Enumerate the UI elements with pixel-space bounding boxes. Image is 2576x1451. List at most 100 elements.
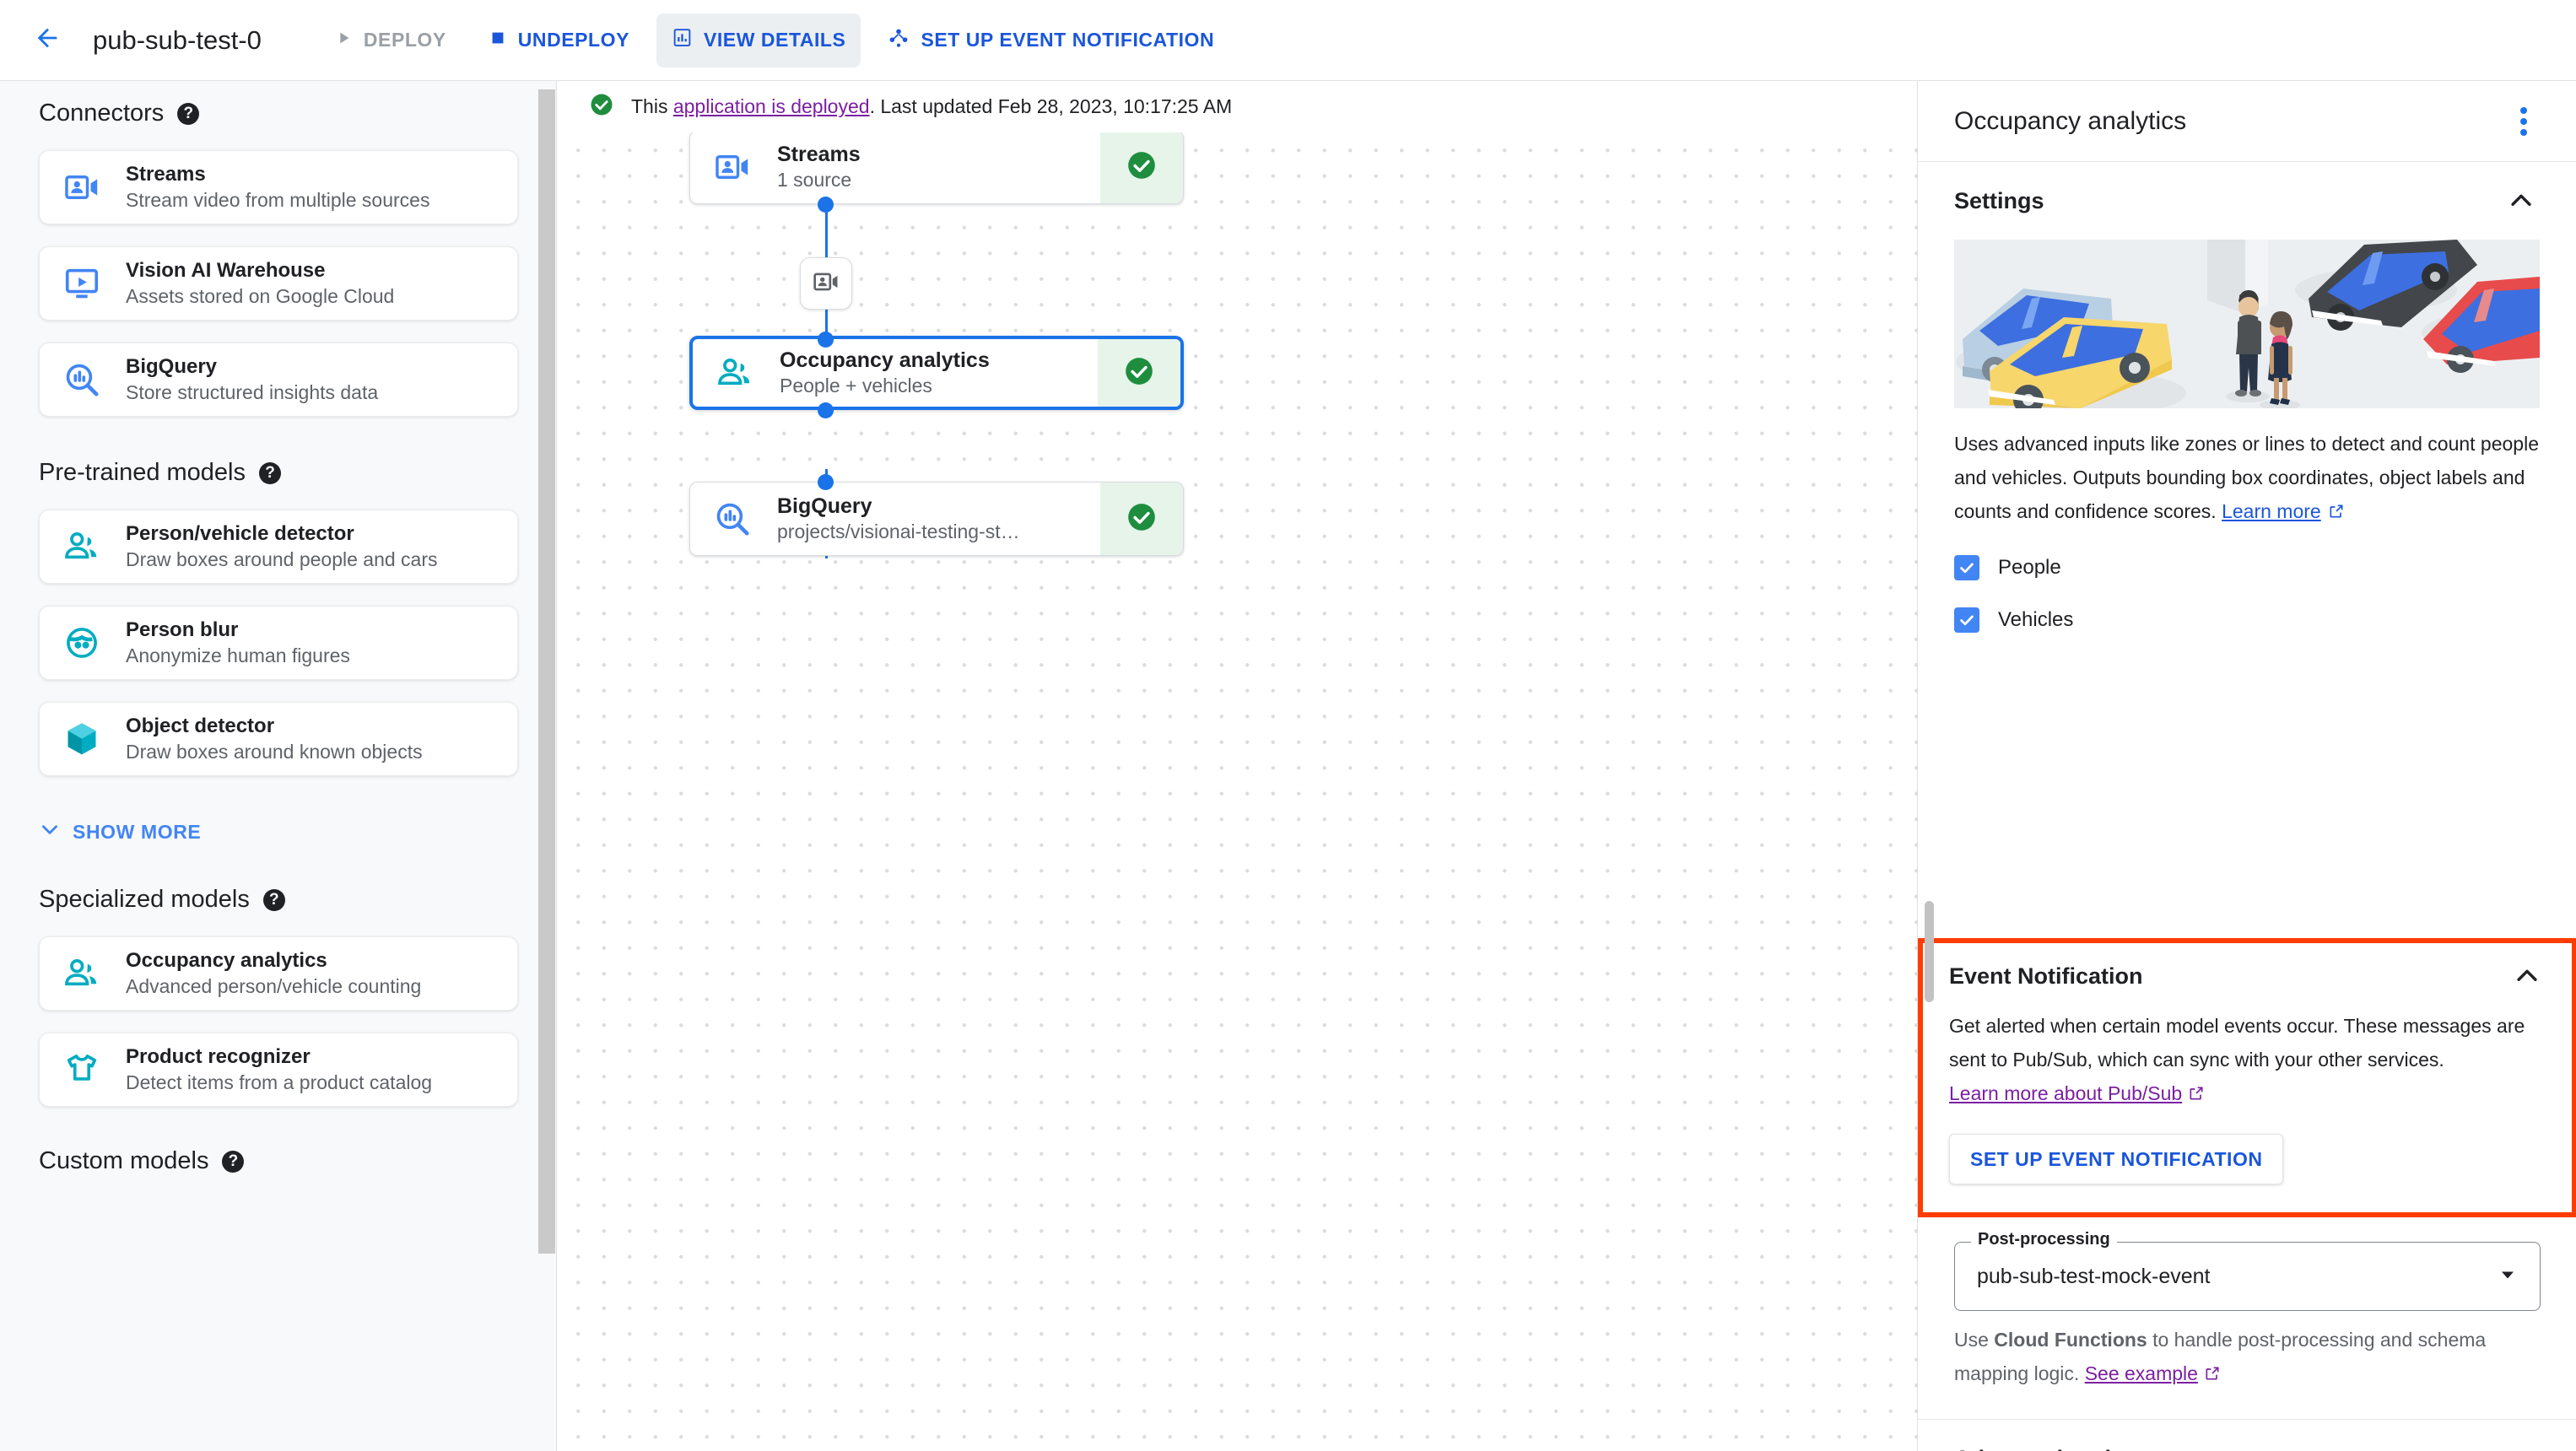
chevron-down-icon: [39, 818, 61, 845]
stop-square-icon: [489, 29, 507, 52]
cube-icon: [60, 717, 104, 761]
node-status-badge: [1100, 483, 1183, 555]
sidebar-item-streams[interactable]: Streams Stream video from multiple sourc…: [39, 150, 518, 224]
show-more-label: SHOW MORE: [73, 820, 202, 843]
sidebar-section-specialized-title: Specialized models ?: [0, 886, 556, 914]
check-circle-icon: [1123, 355, 1155, 391]
advanced-options-heading: Advanced options: [1954, 1446, 2508, 1451]
settings-section-header[interactable]: Settings: [1918, 162, 2576, 240]
play-icon: [334, 29, 353, 52]
deployment-status-banner: This application is deployed. Last updat…: [558, 81, 1917, 132]
cloud-functions-label: Cloud Functions: [1994, 1329, 2147, 1351]
port-bigquery-input[interactable]: [818, 474, 834, 490]
properties-panel-scrollbar[interactable]: [1925, 901, 1934, 1002]
open-in-new-icon: [2204, 1358, 2221, 1392]
chevron-up-icon[interactable]: [2508, 1444, 2536, 1451]
event-notification-description-text: Get alerted when certain model events oc…: [1949, 1015, 2525, 1071]
event-notification-header[interactable]: Event Notification: [1923, 943, 2572, 1009]
people-checkbox-row[interactable]: People: [1954, 542, 2540, 594]
triangle-down-icon[interactable]: [2498, 1265, 2518, 1289]
node-subtitle: People + vehicles: [780, 375, 932, 396]
advanced-options-header[interactable]: Advanced options: [1918, 1420, 2576, 1451]
vehicles-checkbox[interactable]: [1954, 607, 1979, 633]
bigquery-magnifier-icon: [60, 358, 104, 402]
help-circle-icon[interactable]: ?: [177, 102, 200, 125]
sidebar-scrollbar[interactable]: [538, 89, 555, 1254]
settings-heading: Settings: [1954, 187, 2044, 213]
node-title: BigQuery: [777, 494, 872, 518]
banner-suffix: . Last updated Feb 28, 2023, 10:17:25 AM: [869, 95, 1233, 117]
sidebar-section-connectors-title: Connectors ?: [0, 100, 556, 127]
sidebar-item-label: Person blur: [126, 618, 239, 641]
set-up-event-notification-button[interactable]: SET UP EVENT NOTIFICATION: [872, 13, 1229, 67]
sidebar-item-person-blur[interactable]: Person blur Anonymize human figures: [39, 606, 518, 680]
people-checkbox[interactable]: [1954, 555, 1979, 580]
sidebar-item-label: BigQuery: [126, 355, 218, 378]
pipeline-canvas[interactable]: This application is deployed. Last updat…: [558, 81, 1917, 1451]
view-details-button[interactable]: VIEW DETAILS: [656, 13, 861, 67]
node-status-badge: [1098, 339, 1180, 407]
open-in-new-icon: [2328, 496, 2345, 530]
people-icon: [60, 525, 104, 569]
sidebar-item-vision-ai-warehouse[interactable]: Vision AI Warehouse Assets stored on Goo…: [39, 246, 518, 321]
check-circle-icon: [589, 92, 614, 121]
see-example-link[interactable]: See example: [2085, 1362, 2198, 1384]
video-person-icon: [60, 165, 104, 209]
post-processing-select[interactable]: pub-sub-test-mock-event: [1954, 1242, 2541, 1311]
more-vert-icon[interactable]: [2512, 99, 2535, 144]
deploy-button[interactable]: DEPLOY: [319, 13, 462, 67]
undeploy-button[interactable]: UNDEPLOY: [473, 13, 645, 67]
set-up-event-notification-panel-button[interactable]: SET UP EVENT NOTIFICATION: [1949, 1134, 2284, 1184]
sidebar-item-object-detector[interactable]: Object detector Draw boxes around known …: [39, 702, 518, 776]
event-notification-heading: Event Notification: [1949, 963, 2143, 989]
learn-more-link[interactable]: Learn more: [2222, 500, 2321, 522]
sidebar-item-label: Object detector: [126, 715, 275, 737]
deployment-status-text: This application is deployed. Last updat…: [631, 95, 1232, 118]
banner-prefix: This: [631, 95, 673, 117]
sidebar-item-sub: Anonymize human figures: [126, 645, 350, 666]
help-circle-icon[interactable]: ?: [262, 888, 285, 911]
chevron-up-icon[interactable]: [2507, 186, 2535, 215]
help-circle-icon[interactable]: ?: [259, 461, 281, 484]
node-occupancy-analytics[interactable]: Occupancy analytics People + vehicles: [689, 336, 1184, 410]
sidebar-section-pretrained-title: Pre-trained models ?: [0, 459, 556, 487]
sidebar-item-label: Person/vehicle detector: [126, 522, 354, 545]
port-streams-output[interactable]: [818, 197, 834, 213]
stream-connector-chip[interactable]: [800, 257, 852, 310]
chevron-up-icon[interactable]: [2513, 962, 2541, 990]
sidebar-item-occupancy-analytics[interactable]: Occupancy analytics Advanced person/vehi…: [39, 936, 518, 1011]
set-up-event-notification-button-label: SET UP EVENT NOTIFICATION: [921, 29, 1215, 51]
application-deployed-link[interactable]: application is deployed: [673, 95, 870, 117]
sidebar-item-person-vehicle-detector[interactable]: Person/vehicle detector Draw boxes aroun…: [39, 510, 518, 584]
node-bigquery[interactable]: BigQuery projects/visionai-testing-stabl…: [689, 482, 1184, 556]
page-title: pub-sub-test-0: [93, 24, 262, 55]
port-occupancy-output[interactable]: [818, 402, 834, 418]
node-streams[interactable]: Streams 1 source: [689, 130, 1184, 204]
video-person-icon: [710, 145, 754, 189]
sidebar-item-product-recognizer[interactable]: Product recognizer Detect items from a p…: [39, 1033, 518, 1107]
sidebar-item-label: Streams: [126, 163, 206, 186]
show-more-button[interactable]: SHOW MORE: [0, 818, 556, 845]
top-toolbar: pub-sub-test-0 DEPLOY UNDEPLOY VIEW DETA…: [0, 0, 2576, 81]
sidebar-item-sub: Store structured insights data: [126, 381, 379, 403]
help-circle-icon[interactable]: ?: [222, 1150, 245, 1173]
deploy-button-label: DEPLOY: [363, 29, 446, 51]
port-occupancy-input[interactable]: [818, 332, 834, 348]
post-processing-field: Post-processing pub-sub-test-mock-event: [1954, 1230, 2541, 1311]
sidebar-item-label: Occupancy analytics: [126, 949, 327, 972]
arrow-back-icon: [33, 24, 62, 57]
properties-panel: Occupancy analytics Settings Uses advanc…: [1917, 81, 2576, 1451]
sidebar-item-bigquery[interactable]: BigQuery Store structured insights data: [39, 343, 518, 417]
vehicles-checkbox-row[interactable]: Vehicles: [1954, 594, 2540, 646]
event-notification-section: Event Notification Get alerted when cert…: [1918, 938, 2576, 1217]
properties-panel-header: Occupancy analytics: [1918, 81, 2576, 162]
settings-description: Uses advanced inputs like zones or lines…: [1954, 427, 2540, 530]
sidebar-item-label: Vision AI Warehouse: [126, 259, 326, 282]
check-circle-icon: [1126, 149, 1158, 186]
monitor-play-icon: [60, 262, 104, 305]
back-button[interactable]: [24, 17, 71, 64]
post-processing-help: Use Cloud Functions to handle post-proce…: [1954, 1323, 2541, 1392]
sidebar-item-sub: Stream video from multiple sources: [126, 189, 430, 211]
vehicles-checkbox-label: Vehicles: [1998, 608, 2074, 631]
learn-more-about-pubsub-link[interactable]: Learn more about Pub/Sub: [1949, 1082, 2182, 1104]
